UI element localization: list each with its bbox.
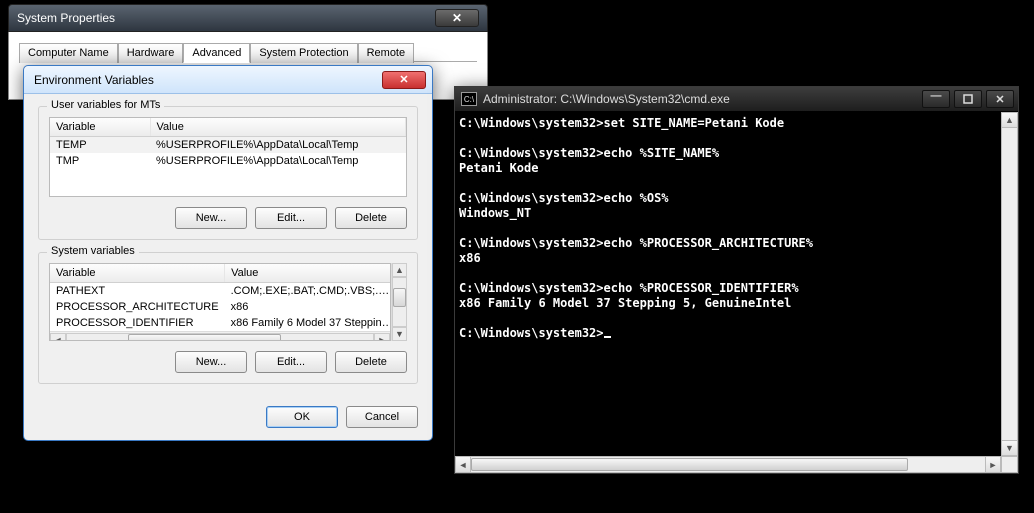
maximize-button[interactable] [954,90,982,108]
system-properties-titlebar[interactable]: System Properties ✕ [8,4,488,32]
scroll-down-icon[interactable]: ▼ [1001,440,1018,456]
var-name: PROCESSOR_ARCHITECTURE [50,299,225,315]
tab-computer-name[interactable]: Computer Name [19,43,118,63]
table-row[interactable]: PROCESSOR_ARCHITECTUREx86 [50,299,391,315]
cmd-output[interactable]: C:\Windows\system32>set SITE_NAME=Petani… [455,112,1001,456]
scroll-left-icon[interactable]: ◄ [455,456,471,473]
cancel-button[interactable]: Cancel [346,406,418,428]
system-variables-vscrollbar[interactable]: ▲ ▼ [391,263,407,341]
system-properties-title: System Properties [17,11,435,25]
var-value: %USERPROFILE%\AppData\Local\Temp [150,153,406,169]
user-edit-button[interactable]: Edit... [255,207,327,229]
system-variables-label: System variables [47,245,139,257]
user-delete-button[interactable]: Delete [335,207,407,229]
tab-remote[interactable]: Remote [358,43,415,63]
var-name: PROCESSOR_IDENTIFIER [50,315,225,331]
column-header-variable[interactable]: Variable [50,264,225,283]
var-value: x86 [225,299,391,315]
var-name: TEMP [50,137,150,154]
cmd-icon: C:\ [461,92,477,106]
table-row[interactable]: PATHEXT.COM;.EXE;.BAT;.CMD;.VBS;.… [50,283,391,300]
user-new-button[interactable]: New... [175,207,247,229]
tab-advanced[interactable]: Advanced [183,43,250,63]
scroll-up-icon[interactable]: ▲ [392,263,407,277]
table-row[interactable]: TMP%USERPROFILE%\AppData\Local\Temp [50,153,406,169]
minimize-icon: — [931,90,942,102]
maximize-icon [963,94,973,104]
system-properties-close-button[interactable]: ✕ [435,9,479,27]
cmd-hscrollbar[interactable]: ◄ ► [455,456,1001,473]
system-edit-button[interactable]: Edit... [255,351,327,373]
system-variables-hscrollbar[interactable]: ◄ ► [50,331,390,341]
cmd-vscrollbar[interactable]: ▲ ▼ [1001,112,1018,456]
ok-button[interactable]: OK [266,406,338,428]
column-header-value[interactable]: Value [225,264,391,283]
user-variables-list[interactable]: Variable Value TEMP%USERPROFILE%\AppData… [49,117,407,197]
minimize-button[interactable]: — [922,90,950,108]
environment-variables-dialog: Environment Variables ✕ User variables f… [23,65,433,441]
var-name: TMP [50,153,150,169]
scroll-thumb[interactable] [393,288,406,307]
scroll-up-icon[interactable]: ▲ [1001,112,1018,128]
scrollbar-corner [1001,456,1018,473]
cmd-window: C:\ Administrator: C:\Windows\System32\c… [454,86,1019,474]
table-row[interactable]: TEMP%USERPROFILE%\AppData\Local\Temp [50,137,406,154]
cmd-titlebar[interactable]: C:\ Administrator: C:\Windows\System32\c… [455,87,1018,112]
scroll-right-icon[interactable]: ► [374,333,390,342]
cursor [604,336,611,338]
user-variables-label: User variables for MTs [47,99,164,111]
system-properties-tabs: Computer NameHardwareAdvancedSystem Prot… [19,42,477,62]
scroll-right-icon[interactable]: ► [985,456,1001,473]
var-name: PATHEXT [50,283,225,300]
env-dialog-title: Environment Variables [34,73,382,87]
tab-hardware[interactable]: Hardware [118,43,184,63]
close-icon: ✕ [399,73,408,86]
close-icon: ✕ [995,93,1004,106]
system-delete-button[interactable]: Delete [335,351,407,373]
cmd-close-button[interactable]: ✕ [986,90,1014,108]
var-value: %USERPROFILE%\AppData\Local\Temp [150,137,406,154]
var-value: .COM;.EXE;.BAT;.CMD;.VBS;.… [225,283,391,300]
column-header-value[interactable]: Value [150,118,406,137]
close-icon: ✕ [452,11,462,25]
tab-system-protection[interactable]: System Protection [250,43,357,63]
column-header-variable[interactable]: Variable [50,118,150,137]
env-dialog-close-button[interactable]: ✕ [382,71,426,89]
scroll-down-icon[interactable]: ▼ [392,327,407,341]
system-variables-list[interactable]: Variable Value PATHEXT.COM;.EXE;.BAT;.CM… [49,263,391,341]
system-variables-group: System variables Variable Value PATHEXT.… [38,252,418,384]
var-value: x86 Family 6 Model 37 Steppin… [225,315,391,331]
table-row[interactable]: PROCESSOR_IDENTIFIERx86 Family 6 Model 3… [50,315,391,331]
scroll-thumb[interactable] [471,458,908,471]
env-dialog-titlebar[interactable]: Environment Variables ✕ [24,66,432,94]
scroll-thumb[interactable] [128,334,281,342]
system-new-button[interactable]: New... [175,351,247,373]
user-variables-group: User variables for MTs Variable Value TE… [38,106,418,240]
cmd-title: Administrator: C:\Windows\System32\cmd.e… [483,92,922,106]
scroll-left-icon[interactable]: ◄ [50,333,66,342]
